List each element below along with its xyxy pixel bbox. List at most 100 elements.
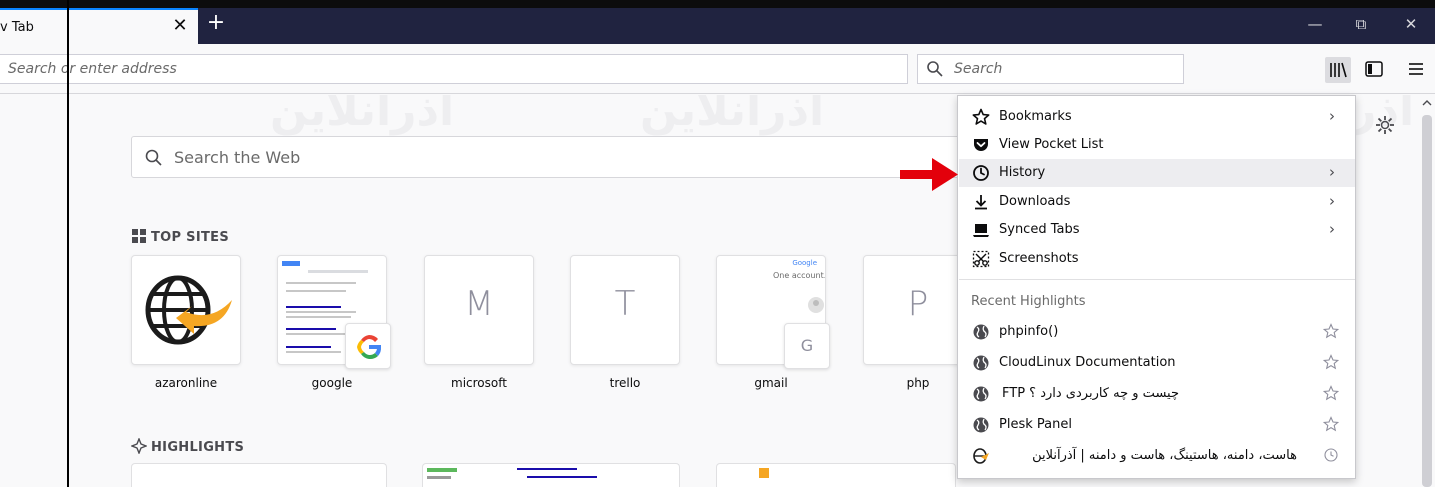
gmail-preview-subtitle: One account. All [773,271,826,280]
sidebar-icon[interactable] [1361,56,1387,82]
scrollbar-thumb[interactable] [1422,115,1432,487]
gear-icon[interactable] [1375,115,1395,135]
top-sites-icon [132,229,146,243]
top-site-gmail[interactable]: Google One account. All G gmail [716,255,830,390]
restore-button[interactable]: ⧉ [1346,12,1376,36]
bookmark-star-icon[interactable] [1323,385,1339,401]
site-tile: T [570,255,680,365]
chevron-right-icon: › [1329,107,1335,125]
site-label: microsoft [451,376,507,390]
clock-icon [973,165,989,181]
watermark: آذرآنلاین [640,95,825,136]
hamburger-menu-icon[interactable] [1403,56,1429,82]
library-menu: Bookmarks › View Pocket List History › D… [957,95,1356,479]
tab-close-icon[interactable]: ✕ [170,16,190,36]
menu-item-label: Screenshots [999,251,1079,266]
screenshots-icon [972,250,990,268]
history-clock-icon [1324,448,1338,462]
close-window-button[interactable]: ✕ [1396,12,1426,36]
download-icon [975,195,987,210]
search-icon [927,61,943,77]
site-letter: P [907,284,929,324]
site-tile: M [424,255,534,365]
bookmark-star-icon[interactable] [1323,416,1339,432]
globe-icon [973,324,989,340]
highlight-thumbnail [427,468,597,479]
menu-item-history[interactable]: History › [959,159,1355,187]
url-bar[interactable]: Search or enter address [0,54,908,84]
highlight-card[interactable] [131,463,387,487]
site-label: google [311,376,353,390]
navigation-bar: Search or enter address Search [0,44,1435,94]
tab-strip: v Tab ✕ + — ⧉ ✕ [0,0,1435,44]
gmail-favicon: G [784,323,830,369]
top-sites-title: TOP SITES [151,230,229,245]
chevron-right-icon: › [1329,192,1335,210]
url-bar-placeholder: Search or enter address [8,61,177,77]
tab-new-tab[interactable]: v Tab ✕ [0,8,198,44]
scroll-up-icon[interactable] [1420,98,1434,108]
recent-item-label: Plesk Panel [999,417,1072,432]
globe-icon [973,355,989,371]
recent-item-label: phpinfo() [999,324,1059,339]
highlights-icon [131,438,147,454]
top-site-microsoft[interactable]: M microsoft [424,255,534,390]
menu-separator [959,279,1355,280]
highlights-heading: HIGHLIGHTS [131,438,244,455]
menu-item-label: Downloads [999,194,1071,209]
globe-icon [973,386,989,402]
synced-tabs-icon [973,224,989,237]
avatar-placeholder-icon [808,297,824,313]
menu-item-label: History [999,165,1046,180]
highlight-card[interactable] [716,463,956,487]
search-bar[interactable]: Search [917,54,1184,84]
watermark: آذرآنلاین [270,95,455,136]
menu-item-downloads[interactable]: Downloads › [959,188,1355,216]
top-site-google[interactable]: google [277,255,391,390]
top-site-trello[interactable]: T trello [570,255,680,390]
recent-item-label: CloudLinux Documentation [999,355,1176,370]
site-label: trello [609,376,641,390]
new-tab-button[interactable]: + [204,12,228,36]
recent-highlights-heading: Recent Highlights [971,294,1086,309]
annotation-arrow [900,158,958,191]
site-label: gmail [754,376,788,390]
recent-item-label: هاست، دامنه، هاستینگ، هاست و دامنه | آذر… [1032,448,1297,463]
recent-item-ftp[interactable]: چیست و چه کاربردی دارد ؟ FTP [959,380,1355,408]
search-icon [145,149,162,166]
recent-item-cloudlinux[interactable]: CloudLinux Documentation [959,349,1355,377]
gmail-preview-title: Google [792,259,817,267]
pocket-icon [974,139,988,151]
web-search-box[interactable]: Search the Web [131,136,971,178]
azaronline-logo-icon [145,275,232,345]
web-search-placeholder: Search the Web [174,148,301,167]
bookmark-star-icon[interactable] [1323,354,1339,370]
recent-item-azaronline[interactable]: هاست، دامنه، هاستینگ، هاست و دامنه | آذر… [959,442,1355,470]
menu-item-label: Bookmarks [999,109,1072,124]
tab-title: v Tab [0,20,34,35]
site-letter: T [614,284,636,324]
highlight-card[interactable] [422,463,680,487]
chevron-right-icon: › [1329,163,1335,181]
chevron-right-icon: › [1329,220,1335,238]
annotation-vertical-line [67,0,69,487]
google-g-icon [357,334,382,360]
menu-item-pocket[interactable]: View Pocket List [959,131,1355,159]
star-icon [972,108,990,125]
top-site-azaronline[interactable]: azaronline [131,255,241,390]
menu-item-screenshots[interactable]: Screenshots [959,245,1355,273]
menu-item-synced-tabs[interactable]: Synced Tabs › [959,216,1355,244]
library-icon[interactable] [1325,57,1351,83]
bookmark-star-icon[interactable] [1323,323,1339,339]
menu-item-bookmarks[interactable]: Bookmarks › [959,103,1355,131]
recent-item-phpinfo[interactable]: phpinfo() [959,318,1355,346]
gmail-badge-letter: G [800,336,814,355]
recent-item-plesk[interactable]: Plesk Panel [959,411,1355,439]
minimize-button[interactable]: — [1300,12,1330,36]
menu-item-label: View Pocket List [999,137,1104,152]
menu-item-label: Synced Tabs [999,222,1080,237]
recent-item-label: چیست و چه کاربردی دارد ؟ FTP [1002,386,1179,401]
site-tile [131,255,241,365]
google-favicon [345,323,391,369]
globe-icon [973,417,989,433]
